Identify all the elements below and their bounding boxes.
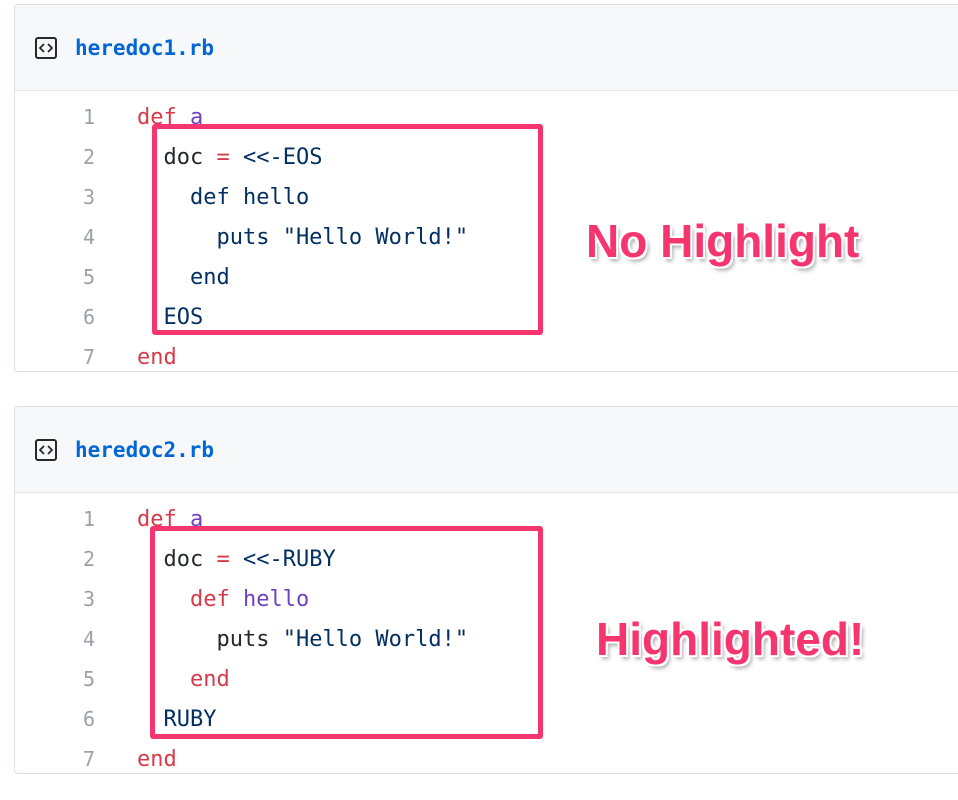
code-line: 7 end bbox=[15, 337, 958, 371]
line-number[interactable]: 5 bbox=[15, 667, 137, 691]
code-token: doc bbox=[137, 546, 217, 572]
code-token: puts bbox=[137, 626, 283, 652]
code-token: def bbox=[137, 104, 177, 130]
line-code: end bbox=[137, 345, 177, 370]
code-token: = bbox=[216, 144, 230, 170]
code-token: end bbox=[137, 264, 230, 290]
code-line: 6 RUBY bbox=[15, 699, 958, 739]
code-token: def bbox=[189, 586, 230, 612]
line-code: end bbox=[137, 265, 230, 290]
line-number[interactable]: 4 bbox=[15, 225, 137, 249]
file-name-link[interactable]: heredoc2.rb bbox=[75, 438, 214, 462]
code-token: def bbox=[137, 506, 177, 532]
line-code: puts "Hello World!" bbox=[137, 627, 468, 652]
gist-file-2: heredoc2.rb 1 def a2 doc = <<-RUBY 3 def h… bbox=[14, 406, 958, 774]
line-number[interactable]: 5 bbox=[15, 265, 137, 289]
line-number[interactable]: 7 bbox=[15, 747, 137, 771]
code-file-icon bbox=[35, 438, 57, 461]
code-line: 2 doc = <<-EOS bbox=[15, 137, 958, 177]
code-token: end bbox=[189, 666, 230, 692]
code-line: 1 def a bbox=[15, 499, 958, 539]
code-token: = bbox=[216, 546, 230, 572]
line-code: EOS bbox=[137, 305, 203, 330]
code-line: 6 EOS bbox=[15, 297, 958, 337]
callout-highlighted: Highlighted! bbox=[596, 613, 865, 665]
file-name-link[interactable]: heredoc1.rb bbox=[75, 36, 214, 60]
line-number[interactable]: 4 bbox=[15, 627, 137, 651]
code-file-icon bbox=[35, 36, 57, 59]
code-token: <<-RUBY bbox=[229, 546, 336, 572]
line-number[interactable]: 2 bbox=[15, 145, 137, 169]
code-token: <<-EOS bbox=[229, 144, 323, 170]
code-line: 1 def a bbox=[15, 97, 958, 137]
code-token: "Hello World!" bbox=[282, 626, 469, 652]
code-line: 3 def hello bbox=[15, 177, 958, 217]
line-number[interactable]: 7 bbox=[15, 345, 137, 369]
code-line: 2 doc = <<-RUBY bbox=[15, 539, 958, 579]
line-code: def hello bbox=[137, 587, 309, 612]
line-number[interactable]: 1 bbox=[15, 105, 137, 129]
code-token: a bbox=[190, 104, 204, 130]
line-code: def a bbox=[137, 507, 203, 532]
line-code: end bbox=[137, 667, 230, 692]
line-number[interactable]: 2 bbox=[15, 547, 137, 571]
code-token: hello bbox=[242, 586, 310, 612]
gist-file-1: heredoc1.rb 1 def a2 doc = <<-EOS 3 def he… bbox=[14, 4, 958, 372]
code-token: a bbox=[190, 506, 204, 532]
code-token: def hello bbox=[137, 184, 310, 210]
line-code: def a bbox=[137, 105, 203, 130]
file-header: heredoc1.rb bbox=[15, 5, 958, 91]
line-code: puts "Hello World!" bbox=[137, 225, 468, 250]
code-token: EOS bbox=[137, 304, 204, 330]
file-header: heredoc2.rb bbox=[15, 407, 958, 493]
line-number[interactable]: 3 bbox=[15, 185, 137, 209]
callout-no-highlight: No Highlight bbox=[586, 215, 860, 267]
code-line: 7 end bbox=[15, 739, 958, 773]
line-number[interactable]: 6 bbox=[15, 707, 137, 731]
line-code: doc = <<-RUBY bbox=[137, 546, 336, 572]
line-number[interactable]: 6 bbox=[15, 305, 137, 329]
code-token: doc bbox=[137, 144, 217, 170]
line-code: doc = <<-EOS bbox=[137, 145, 322, 170]
code-token: end bbox=[137, 746, 177, 772]
code-token: end bbox=[137, 344, 177, 370]
line-code: RUBY bbox=[137, 707, 216, 732]
code-token: puts "Hello World!" bbox=[137, 224, 469, 250]
line-number[interactable]: 1 bbox=[15, 507, 137, 531]
line-number[interactable]: 3 bbox=[15, 587, 137, 611]
code-token: RUBY bbox=[137, 706, 217, 732]
line-code: end bbox=[137, 747, 177, 772]
line-code: def hello bbox=[137, 185, 309, 210]
